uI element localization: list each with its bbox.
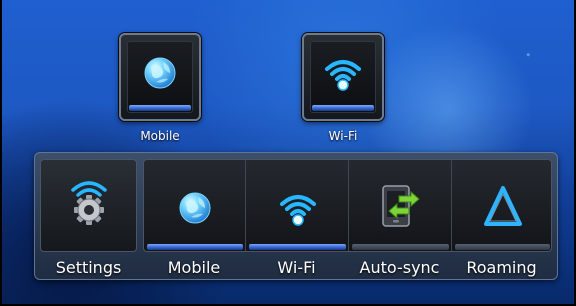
toggle-wifi[interactable]	[246, 160, 349, 251]
settings-label: Settings	[55, 258, 122, 277]
toggle-wifi-state-bar	[249, 244, 346, 250]
toggle-roaming-state-bar	[455, 244, 550, 250]
toggle-roaming[interactable]	[452, 160, 551, 251]
shortcut-wifi-label: Wi-Fi	[328, 129, 358, 143]
shortcut-mobile-state-bar	[129, 105, 191, 111]
toggle-roaming-label: Roaming	[466, 258, 537, 277]
toggle-mobile-label: Mobile	[167, 258, 221, 277]
quick-toggle-bar	[143, 159, 552, 252]
toggle-wifi-label: Wi-Fi	[277, 258, 316, 277]
toggle-auto-sync[interactable]	[349, 160, 452, 251]
toggle-mobile-data[interactable]	[144, 160, 246, 251]
shortcut-mobile[interactable]	[119, 33, 201, 121]
globe-icon	[140, 53, 180, 97]
globe-icon	[175, 188, 215, 232]
shortcut-wifi-state-bar	[312, 105, 374, 111]
shortcut-mobile-label: Mobile	[140, 129, 180, 143]
shortcut-wifi[interactable]	[302, 33, 384, 121]
wifi-icon	[323, 53, 363, 97]
toggle-auto-sync-state-bar	[352, 244, 449, 250]
toggle-mobile-state-bar	[147, 244, 243, 250]
wifi-icon	[278, 188, 318, 232]
toggle-auto-sync-label: Auto-sync	[359, 258, 440, 277]
gear-wifi-icon	[67, 176, 111, 230]
sync-phone-icon	[379, 182, 423, 234]
roaming-triangle-icon	[483, 184, 523, 232]
settings-button[interactable]	[40, 159, 137, 252]
